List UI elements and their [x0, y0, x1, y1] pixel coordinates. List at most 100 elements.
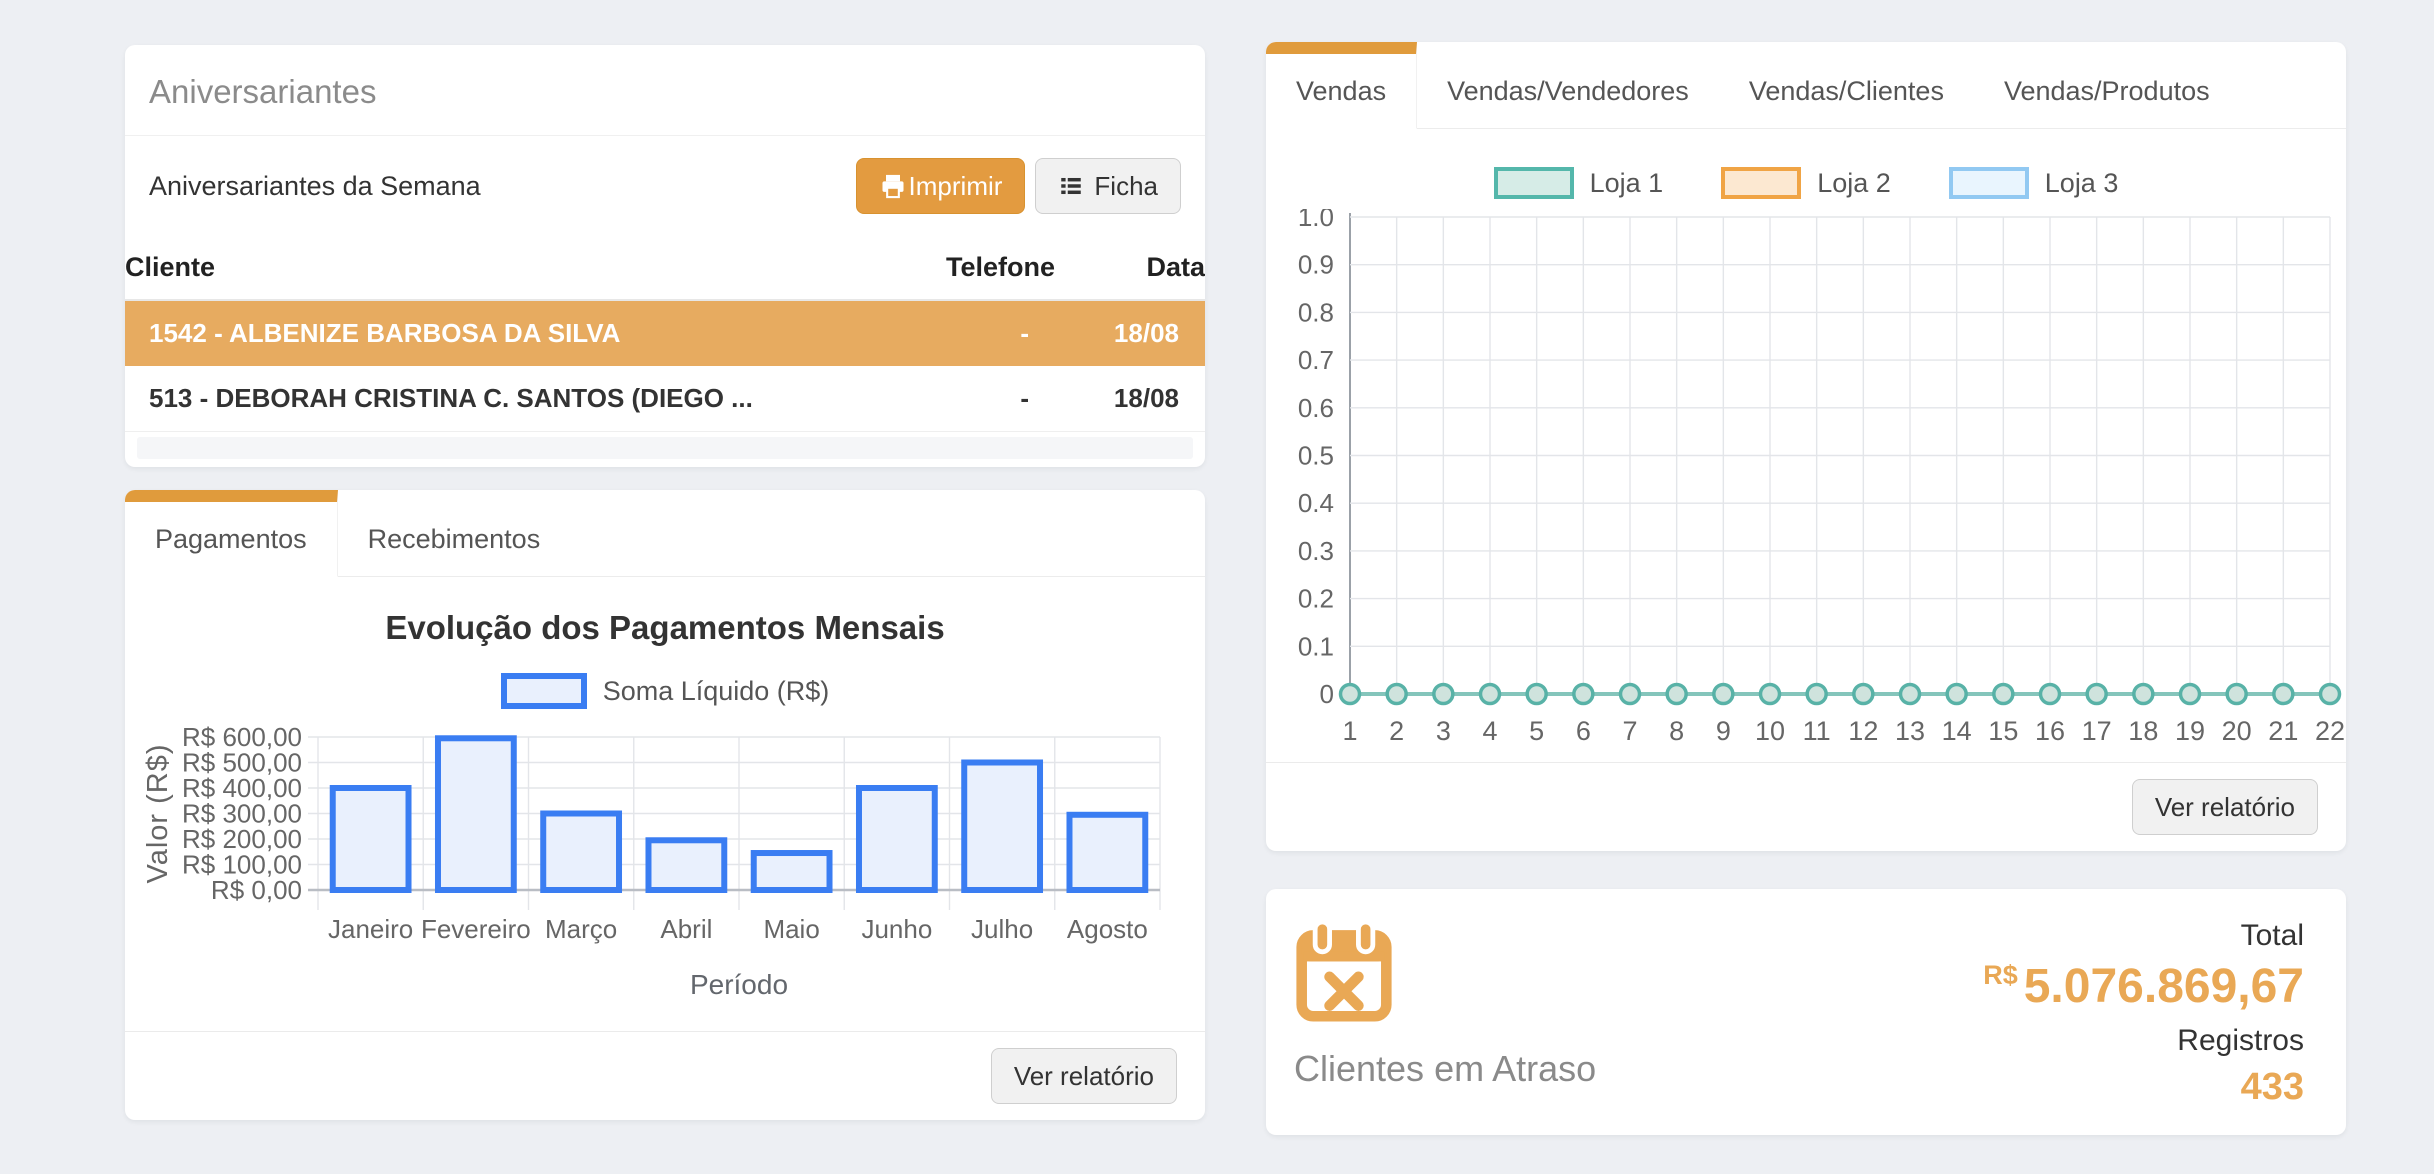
tab-pagamentos[interactable]: Pagamentos [125, 490, 338, 577]
legend-swatch [1949, 167, 2029, 199]
tab-vendas-produtos[interactable]: Vendas/Produtos [1974, 42, 2240, 129]
vendas-tabbar: Vendas Vendas/Vendedores Vendas/Clientes… [1266, 42, 2346, 129]
svg-text:16: 16 [2035, 716, 2065, 746]
page-title: Aniversariantes [149, 73, 376, 110]
svg-text:19: 19 [2175, 716, 2205, 746]
bar-chart-legend: Soma Líquido (R$) [145, 673, 1185, 709]
svg-text:R$ 600,00: R$ 600,00 [182, 722, 302, 752]
line-chart-legend: Loja 1 Loja 2 Loja 3 [1266, 165, 2346, 201]
ver-relatorio-label: Ver relatório [2155, 792, 2295, 823]
imprimir-button[interactable]: Imprimir [856, 158, 1026, 214]
svg-text:0.3: 0.3 [1298, 536, 1334, 566]
svg-text:2: 2 [1389, 716, 1404, 746]
calendar-x-icon [1294, 919, 1596, 1030]
svg-text:0.8: 0.8 [1298, 297, 1334, 327]
svg-text:21: 21 [2268, 716, 2298, 746]
total-value: R$5.076.869,67 [1983, 959, 2304, 1014]
svg-text:4: 4 [1482, 716, 1497, 746]
legend-label: Loja 2 [1817, 168, 1891, 199]
tab-recebimentos[interactable]: Recebimentos [338, 490, 571, 577]
svg-text:R$ 500,00: R$ 500,00 [182, 748, 302, 778]
printer-icon [879, 172, 907, 200]
svg-text:0.6: 0.6 [1298, 393, 1334, 423]
cell-data: 18/08 [1029, 301, 1205, 366]
pagamentos-card: Pagamentos Recebimentos Evolução dos Pag… [125, 490, 1205, 1120]
svg-text:0.2: 0.2 [1298, 584, 1334, 614]
ficha-label: Ficha [1094, 171, 1158, 202]
tab-label: Vendas [1296, 76, 1386, 107]
legend-swatch [1494, 167, 1574, 199]
cell-telefone: - [769, 301, 1029, 366]
svg-text:18: 18 [2128, 716, 2158, 746]
svg-text:6: 6 [1576, 716, 1591, 746]
currency-prefix: R$ [1983, 960, 2018, 990]
tab-label: Vendas/Produtos [2004, 76, 2210, 107]
svg-text:10: 10 [1755, 716, 1785, 746]
col-header-cliente: Cliente [125, 236, 795, 299]
vendas-footer: Ver relatório [1266, 762, 2346, 851]
tabbar-filler [570, 490, 1205, 577]
tab-vendas-clientes[interactable]: Vendas/Clientes [1719, 42, 1974, 129]
aniversariantes-toolbar: Aniversariantes da Semana Imprimir [125, 136, 1205, 236]
table-row[interactable]: 513 - DEBORAH CRISTINA C. SANTOS (DIEGO … [125, 366, 1205, 432]
clientes-em-atraso-card: Clientes em Atraso Total R$5.076.869,67 … [1266, 889, 2346, 1135]
ver-relatorio-button[interactable]: Ver relatório [2132, 779, 2318, 835]
vendas-card: Vendas Vendas/Vendedores Vendas/Clientes… [1266, 42, 2346, 851]
aniversariantes-table: Cliente Telefone Data 1542 - ALBENIZE BA… [125, 236, 1205, 459]
svg-text:R$ 400,00: R$ 400,00 [182, 773, 302, 803]
ficha-button[interactable]: Ficha [1035, 158, 1181, 214]
svg-text:1.0: 1.0 [1298, 209, 1334, 232]
svg-text:Março: Março [545, 914, 617, 944]
aniversariantes-card: Aniversariantes Aniversariantes da Seman… [125, 45, 1205, 467]
svg-text:R$ 0,00: R$ 0,00 [211, 875, 302, 905]
ver-relatorio-button[interactable]: Ver relatório [991, 1048, 1177, 1104]
svg-text:Maio: Maio [763, 914, 819, 944]
pagamentos-tabbar: Pagamentos Recebimentos [125, 490, 1205, 577]
tab-vendas-vendedores[interactable]: Vendas/Vendedores [1417, 42, 1719, 129]
bar-chart-title: Evolução dos Pagamentos Mensais [145, 609, 1185, 647]
svg-text:20: 20 [2222, 716, 2252, 746]
table-row[interactable]: 1542 - ALBENIZE BARBOSA DA SILVA - 18/08 [125, 301, 1205, 366]
ver-relatorio-label: Ver relatório [1014, 1061, 1154, 1092]
tab-label: Pagamentos [155, 524, 307, 555]
legend-item: Loja 3 [1949, 167, 2119, 199]
svg-text:Fevereiro: Fevereiro [421, 914, 531, 944]
svg-text:Julho: Julho [971, 914, 1033, 944]
legend-item: Loja 2 [1721, 167, 1891, 199]
svg-text:3: 3 [1436, 716, 1451, 746]
svg-text:R$ 100,00: R$ 100,00 [182, 850, 302, 880]
registros-value: 433 [1983, 1066, 2304, 1109]
tabbar-filler [2240, 42, 2346, 129]
atraso-title: Clientes em Atraso [1294, 1048, 1596, 1090]
svg-text:11: 11 [1803, 716, 1831, 746]
svg-text:1: 1 [1342, 716, 1357, 746]
svg-text:7: 7 [1622, 716, 1637, 746]
svg-text:0.4: 0.4 [1298, 488, 1334, 518]
legend-item: Loja 1 [1494, 167, 1664, 199]
tab-label: Vendas/Clientes [1749, 76, 1944, 107]
legend-item: Soma Líquido (R$) [501, 673, 830, 709]
svg-text:R$ 300,00: R$ 300,00 [182, 799, 302, 829]
legend-label: Loja 1 [1590, 168, 1664, 199]
legend-label: Soma Líquido (R$) [603, 676, 830, 707]
aniversariantes-header: Aniversariantes [125, 45, 1205, 136]
col-header-telefone: Telefone [795, 236, 1055, 299]
cell-cliente: 513 - DEBORAH CRISTINA C. SANTOS (DIEGO … [125, 366, 769, 431]
svg-text:9: 9 [1716, 716, 1731, 746]
svg-text:Agosto: Agosto [1067, 914, 1148, 944]
legend-swatch [1721, 167, 1801, 199]
legend-label: Loja 3 [2045, 168, 2119, 199]
svg-text:13: 13 [1895, 716, 1925, 746]
svg-text:8: 8 [1669, 716, 1684, 746]
svg-text:15: 15 [1988, 716, 2018, 746]
pagamentos-chart-area: Evolução dos Pagamentos Mensais Soma Líq… [125, 609, 1205, 1031]
table-header-row: Cliente Telefone Data [125, 236, 1205, 301]
svg-text:0.7: 0.7 [1298, 345, 1334, 375]
left-column: Aniversariantes Aniversariantes da Seman… [125, 45, 1205, 1120]
svg-text:Junho: Junho [861, 914, 932, 944]
svg-text:5: 5 [1529, 716, 1544, 746]
aniversariantes-subtitle: Aniversariantes da Semana [149, 171, 481, 202]
tab-vendas[interactable]: Vendas [1266, 42, 1417, 129]
svg-text:17: 17 [2082, 716, 2112, 746]
svg-text:0.9: 0.9 [1298, 250, 1334, 280]
